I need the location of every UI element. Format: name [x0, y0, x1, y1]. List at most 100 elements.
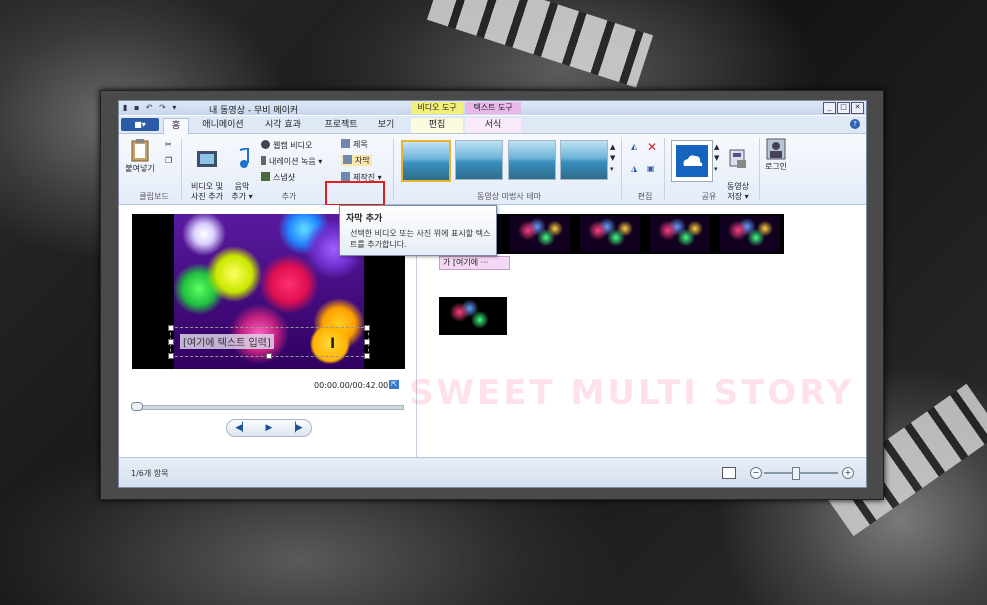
camera-icon [261, 172, 270, 181]
context-tab-text-tools: 텍스트 도구 [465, 102, 521, 114]
ribbon-separator [759, 138, 760, 200]
automovie-theme-4[interactable] [560, 140, 608, 180]
snapshot-label: 스냅샷 [273, 173, 296, 182]
ribbon-separator [664, 138, 665, 200]
tooltip-body: 선택한 비디오 또는 사진 위에 표시할 텍스트를 추가합니다. [350, 229, 491, 249]
select-all-icon[interactable]: ▣ [647, 164, 655, 173]
tab-animation[interactable]: 애니메이션 [195, 118, 251, 133]
resize-handle[interactable] [266, 353, 272, 359]
maximize-button[interactable]: □ [837, 102, 850, 114]
rotate-right-icon[interactable]: ◮ [631, 164, 637, 173]
minimize-button[interactable]: _ [823, 102, 836, 114]
caption-button[interactable]: 자막 [341, 155, 372, 166]
automovie-theme-1[interactable] [401, 140, 451, 182]
main-area: [여기에 텍스트 입력] I 00:00.00/00:42.00 ⇱ ◀▏ ▶ … [119, 205, 866, 457]
context-tab-video-tools: 비디오 도구 [411, 102, 463, 114]
tab-project[interactable]: 프로젝트 [317, 118, 365, 133]
share-gallery-scroll[interactable]: ▲ ▼ ▾ [714, 142, 719, 175]
automovie-theme-2[interactable] [455, 140, 503, 180]
cloud-icon [676, 145, 708, 177]
save-movie-button[interactable]: 동영상 저장 ▾ [723, 138, 753, 202]
window-controls: _ □ ✕ [823, 102, 864, 114]
record-narration-button[interactable]: 내레이션 녹음 ▾ [261, 156, 322, 167]
save-movie-icon [729, 149, 746, 168]
caption-label: 자막 [355, 156, 370, 165]
tab-view[interactable]: 보기 [371, 118, 401, 133]
title-label: 제목 [353, 140, 368, 149]
tab-home[interactable]: 홈 [163, 118, 189, 134]
cut-icon[interactable]: ✂ [165, 140, 172, 149]
zoom-in-button[interactable]: + [842, 467, 854, 479]
title-icon [341, 139, 350, 148]
clip-thumbnail [510, 216, 570, 252]
credits-icon [341, 172, 350, 181]
remove-icon[interactable]: ✕ [647, 140, 657, 154]
sign-in-button[interactable]: 로그인 [761, 138, 791, 172]
fullscreen-icon[interactable]: ⇱ [389, 380, 399, 389]
save-movie-label: 동영상 저장 ▾ [726, 182, 750, 201]
caption-highlight-box [325, 181, 385, 206]
clipboard-group-label: 클립보드 [139, 192, 169, 201]
add-music-button[interactable]: 음악 추가 ▾ [227, 138, 257, 202]
help-icon[interactable]: ? [850, 119, 860, 129]
add-video-photo-label: 비디오 및 사진 추가 [191, 182, 223, 201]
automovie-theme-3[interactable] [508, 140, 556, 180]
clip-thumbnail [720, 216, 780, 252]
ribbon-separator [621, 138, 622, 200]
tab-edit[interactable]: 편집 [411, 118, 463, 133]
paste-button[interactable]: 붙여넣기 [122, 138, 158, 174]
seek-bar-thumb[interactable] [131, 402, 143, 411]
close-button[interactable]: ✕ [851, 102, 864, 114]
tab-format[interactable]: 서식 [465, 118, 521, 133]
resize-handle[interactable] [168, 339, 174, 345]
previous-frame-button[interactable]: ◀▏ [235, 423, 249, 433]
paste-label: 붙여넣기 [125, 164, 155, 173]
add-video-photo-button[interactable]: 비디오 및 사진 추가 [185, 138, 229, 202]
clipboard-icon [131, 139, 149, 162]
caption-clip[interactable]: 가 [여기에 ··· [439, 256, 510, 270]
window-title: 내 동영상 - 무비 메이커 [209, 106, 299, 116]
caption-preview-text[interactable]: [여기에 텍스트 입력] [180, 334, 274, 349]
caption-icon [343, 155, 352, 164]
theme-gallery-scroll[interactable]: ▲ ▼ ▾ [610, 142, 615, 175]
ribbon-home: 붙여넣기 ✂ ❐ 클립보드 비디오 및 사진 추가 음악 추가 ▾ 웹캠 비디오… [119, 134, 866, 206]
ribbon-separator [393, 138, 394, 200]
resize-handle[interactable] [364, 339, 370, 345]
sign-in-label: 로그인 [764, 162, 788, 171]
add-group-label: 추가 [281, 192, 297, 201]
webcam-video-label: 웹캠 비디오 [273, 141, 313, 150]
caption-tooltip: 자막 추가 선택한 비디오 또는 사진 위에 표시할 텍스트를 추가합니다. [339, 205, 497, 256]
title-bar: ▮ ▪ ↶ ↷ ▾ 내 동영상 - 무비 메이커 비디오 도구 텍스트 도구 _… [119, 101, 866, 116]
clip-thumbnail [650, 216, 710, 252]
thumbnail-size-icon[interactable] [722, 467, 736, 479]
ribbon-tabs: ■▾ 홈 애니메이션 시각 효과 프로젝트 보기 편집 서식 ? [119, 116, 866, 134]
rotate-left-icon[interactable]: ◭ [631, 142, 637, 151]
play-button[interactable]: ▶ [266, 423, 273, 433]
title-button[interactable]: 제목 [341, 139, 368, 150]
zoom-slider-thumb[interactable] [792, 467, 800, 480]
item-count: 1/6개 항목 [131, 469, 169, 478]
zoom-slider[interactable] [764, 472, 838, 474]
tooltip-title: 자막 추가 [346, 214, 383, 224]
ribbon-separator [181, 138, 182, 200]
tab-visual-effects[interactable]: 시각 효과 [257, 118, 309, 133]
text-cursor-icon: I [330, 336, 336, 352]
quick-access-toolbar[interactable]: ▮ ▪ ↶ ↷ ▾ [123, 103, 178, 112]
playback-controls: ◀▏ ▶ ▕▶ [226, 419, 312, 437]
copy-icon[interactable]: ❐ [165, 156, 172, 165]
clip-thumbnail-second-row[interactable] [439, 297, 507, 335]
film-photo-icon [197, 151, 217, 167]
seek-bar[interactable] [132, 405, 404, 410]
onedrive-share-button[interactable] [671, 140, 713, 182]
resize-handle[interactable] [168, 325, 174, 331]
webcam-video-button[interactable]: 웹캠 비디오 [261, 140, 312, 151]
resize-handle[interactable] [168, 353, 174, 359]
snapshot-button[interactable]: 스냅샷 [261, 172, 295, 183]
file-menu-button[interactable]: ■▾ [121, 118, 159, 131]
resize-handle[interactable] [364, 353, 370, 359]
next-frame-button[interactable]: ▕▶ [289, 423, 303, 433]
zoom-out-button[interactable]: − [750, 467, 762, 479]
add-music-label: 음악 추가 ▾ [231, 182, 253, 201]
automovie-group-label: 동영상 마법사 테마 [477, 192, 541, 201]
resize-handle[interactable] [364, 325, 370, 331]
